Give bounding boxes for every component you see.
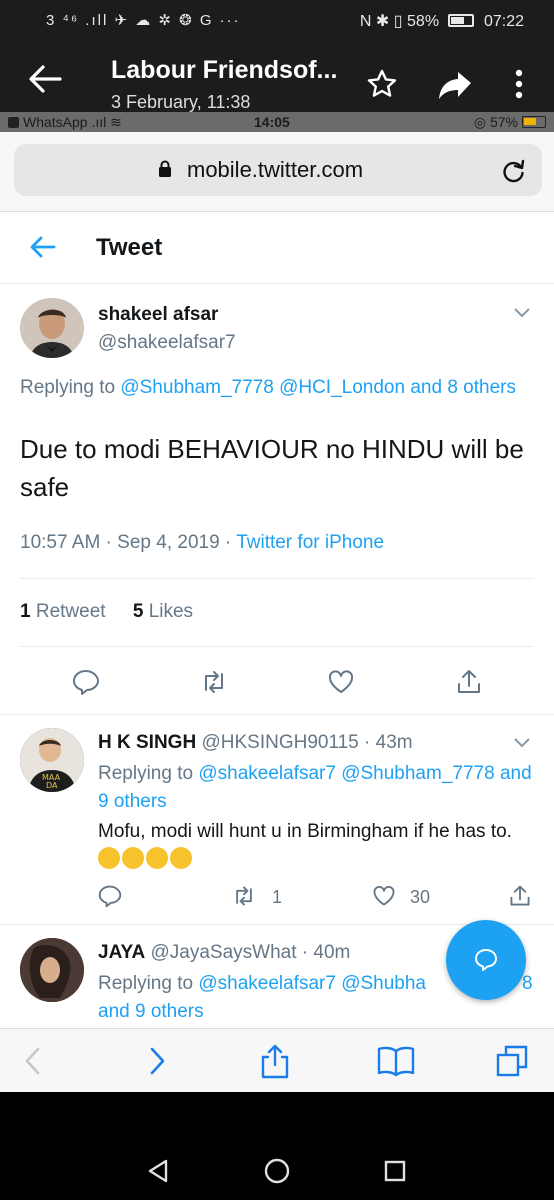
author-name[interactable]: H K SINGH <box>98 732 196 753</box>
ios-status-bar: WhatsApp .ııl ≋ 14:05 ◎ 57% <box>0 112 554 132</box>
tweet-source-link[interactable]: Twitter for iPhone <box>236 532 384 553</box>
tabs-icon[interactable] <box>494 1043 530 1079</box>
retweet-icon[interactable] <box>232 884 256 908</box>
tweet-text: Due to modi BEHAVIOUR no HINDU will be s… <box>20 434 524 502</box>
signal-icon: .ııl <box>91 114 107 130</box>
viewer-header: Labour Friendsof... 3 February, 11:38 <box>0 42 554 112</box>
more-vert-icon[interactable] <box>508 68 530 100</box>
like-icon[interactable] <box>327 668 355 696</box>
url-text[interactable]: mobile.twitter.com <box>187 157 363 183</box>
alarm-icon: ◎ <box>473 114 490 130</box>
author-name[interactable]: shakeel afsar <box>98 304 218 326</box>
chevron-down-icon[interactable] <box>514 308 530 318</box>
retweet-icon[interactable] <box>200 668 228 696</box>
status-left-icons: 3 ⁴⁶ .ıll ✈ ☁ ✲ ❂ G ··· <box>46 12 241 29</box>
yum-emoji-icon <box>170 847 192 869</box>
viewer-title: Labour Friendsof... <box>111 56 338 84</box>
reply-bubble-icon <box>475 949 497 971</box>
reply-header: H K SINGH @HKSINGH90115 · 43m <box>98 732 413 754</box>
share-icon[interactable] <box>438 72 472 100</box>
tongue-out-emoji-icon <box>146 847 168 869</box>
replying-to-link[interactable]: and 9 others <box>98 1001 204 1022</box>
laugh-cry-emoji-icon <box>98 847 120 869</box>
author-handle[interactable]: @HKSINGH90115 · 43m <box>201 732 412 753</box>
back-chevron-icon[interactable] <box>18 1043 52 1079</box>
tweet-meta: 10:57 AM · Sep 4, 2019 · Twitter for iPh… <box>20 532 384 554</box>
ios-time: 14:05 <box>254 114 290 130</box>
nav-recents-icon[interactable] <box>384 1160 406 1182</box>
share-icon[interactable] <box>258 1043 292 1079</box>
tweet-timestamp: 10:57 AM · Sep 4, 2019 · <box>20 532 237 553</box>
avatar[interactable]: MAA DA <box>20 728 84 792</box>
wifi-icon: ≋ <box>110 114 122 130</box>
like-count: 30 <box>410 887 431 907</box>
battery-icon <box>447 14 474 27</box>
replying-to: Replying to @Shubham_7778 @HCI_London an… <box>20 377 516 398</box>
author-name[interactable]: JAYA <box>98 942 145 963</box>
reply-icon[interactable] <box>72 668 100 696</box>
share-icon[interactable] <box>455 668 483 696</box>
nav-back-icon[interactable] <box>146 1158 170 1184</box>
status-indicators: N ✱ ▯ 58% <box>359 13 440 30</box>
status-time: 07:22 <box>483 13 524 30</box>
like-icon[interactable] <box>372 884 396 908</box>
star-icon[interactable] <box>366 68 398 100</box>
tweet-stats: 1 Retweet 5 Likes <box>20 601 193 623</box>
back-arrow-icon[interactable] <box>28 64 62 94</box>
page-title: Tweet <box>96 234 163 261</box>
avatar[interactable] <box>20 298 84 358</box>
ios-battery-icon <box>522 116 546 128</box>
reply-text: Mofu, modi will hunt u in Birmingham if … <box>98 818 518 874</box>
retweets-stat[interactable]: 1 Retweet <box>20 601 106 622</box>
compose-reply-button[interactable] <box>446 920 526 1000</box>
author-handle[interactable]: @JayaSaysWhat · 40m <box>150 942 350 963</box>
likes-stat[interactable]: 5 Likes <box>133 601 193 622</box>
android-nav-bar <box>0 1092 554 1200</box>
divider <box>20 646 534 647</box>
ios-carrier-label: WhatsApp <box>23 114 88 130</box>
chevron-down-icon[interactable] <box>514 738 530 748</box>
android-status-bar: 3 ⁴⁶ .ıll ✈ ☁ ✲ ❂ G ··· N ✱ ▯ 58% 07:22 <box>0 0 554 42</box>
forward-chevron-icon[interactable] <box>140 1043 174 1079</box>
bookmarks-icon[interactable] <box>376 1043 416 1079</box>
tweet-page: Tweet shakeel afsar @shakeelafsar7 Reply… <box>0 212 554 1028</box>
ios-battery-label: ◎ 57% <box>473 114 518 130</box>
divider <box>0 714 554 715</box>
divider <box>20 578 534 579</box>
replying-to: Replying to @shakeelafsar7 @Shubham_7778… <box>98 763 532 812</box>
reload-icon[interactable] <box>502 158 526 184</box>
safari-address-area: mobile.twitter.com <box>0 132 554 212</box>
status-right-icons: N ✱ ▯ 58% 07:22 <box>360 11 524 31</box>
svg-text:DA: DA <box>46 781 58 790</box>
laugh-cry-emoji-icon <box>122 847 144 869</box>
nav-home-icon[interactable] <box>264 1158 290 1184</box>
back-arrow-icon[interactable] <box>30 236 56 258</box>
author-handle[interactable]: @shakeelafsar7 <box>98 332 236 354</box>
reply-header: JAYA @JayaSaysWhat · 40m <box>98 942 350 964</box>
lock-icon <box>159 160 171 177</box>
reply-icon[interactable] <box>98 884 122 908</box>
replying-to-tail: 8 <box>522 973 533 994</box>
viewer-subtitle: 3 February, 11:38 <box>111 92 251 112</box>
tweet-header: Tweet <box>0 212 554 284</box>
safari-toolbar <box>0 1028 554 1092</box>
ios-carrier: WhatsApp .ııl ≋ <box>8 114 122 131</box>
avatar[interactable] <box>20 938 84 1002</box>
back-chevron-icon <box>8 117 19 128</box>
share-icon[interactable] <box>508 884 532 908</box>
retweet-count: 1 <box>272 887 283 907</box>
replying-to-link[interactable]: @Shubham_7778 @HCI_London and 8 others <box>120 377 516 398</box>
replying-to-link[interactable]: @shakeelafsar7 @Shubha <box>198 973 426 994</box>
